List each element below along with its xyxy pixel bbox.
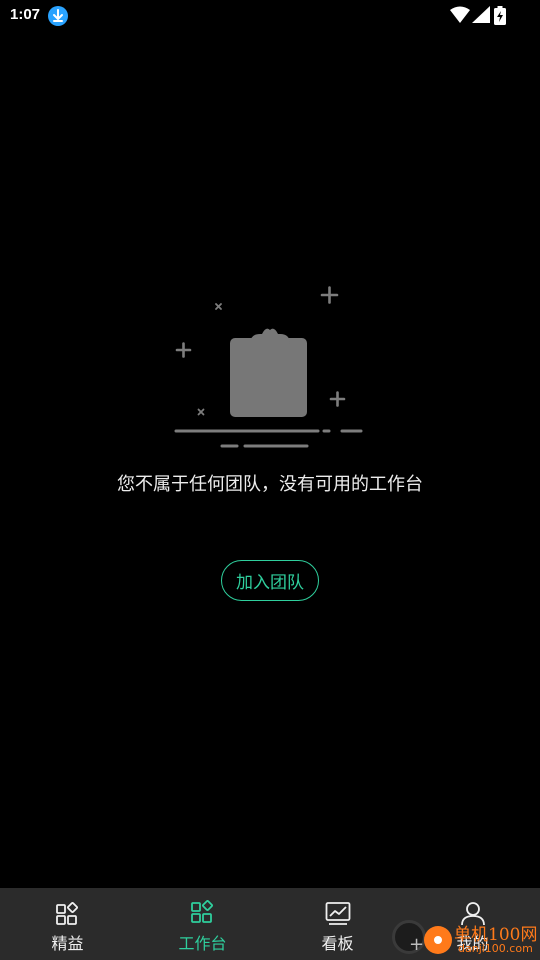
nav-item-board[interactable]: 看板 xyxy=(270,888,405,960)
status-bar: 1:07 xyxy=(0,0,540,32)
clipboard-empty-icon xyxy=(170,282,370,454)
cell-signal-icon xyxy=(472,6,490,23)
watermark-orange-icon xyxy=(424,926,452,954)
chart-board-icon xyxy=(325,902,350,925)
watermark-ring-icon: + xyxy=(392,920,426,955)
battery-charging-icon xyxy=(494,6,506,25)
watermark-logo: + 单机100网 danji100.com xyxy=(388,914,540,960)
nav-label-board: 看板 xyxy=(321,934,354,953)
download-arrow-icon xyxy=(48,6,68,26)
workbench-grid-icon xyxy=(190,900,213,923)
nav-item-workbench[interactable]: 工作台 xyxy=(135,888,270,960)
nav-label-lean: 精益 xyxy=(51,934,84,953)
status-time: 1:07 xyxy=(10,6,41,23)
empty-state-message: 您不属于任何团队，没有可用的工作台 xyxy=(117,474,423,495)
join-team-button[interactable]: 加入团队 xyxy=(221,560,319,601)
watermark-sub-text: danji100.com xyxy=(458,942,533,955)
nav-label-workbench: 工作台 xyxy=(178,934,227,953)
nav-item-lean[interactable]: 精益 xyxy=(0,888,135,960)
wifi-icon xyxy=(450,6,470,23)
grid-apps-icon xyxy=(55,902,78,925)
